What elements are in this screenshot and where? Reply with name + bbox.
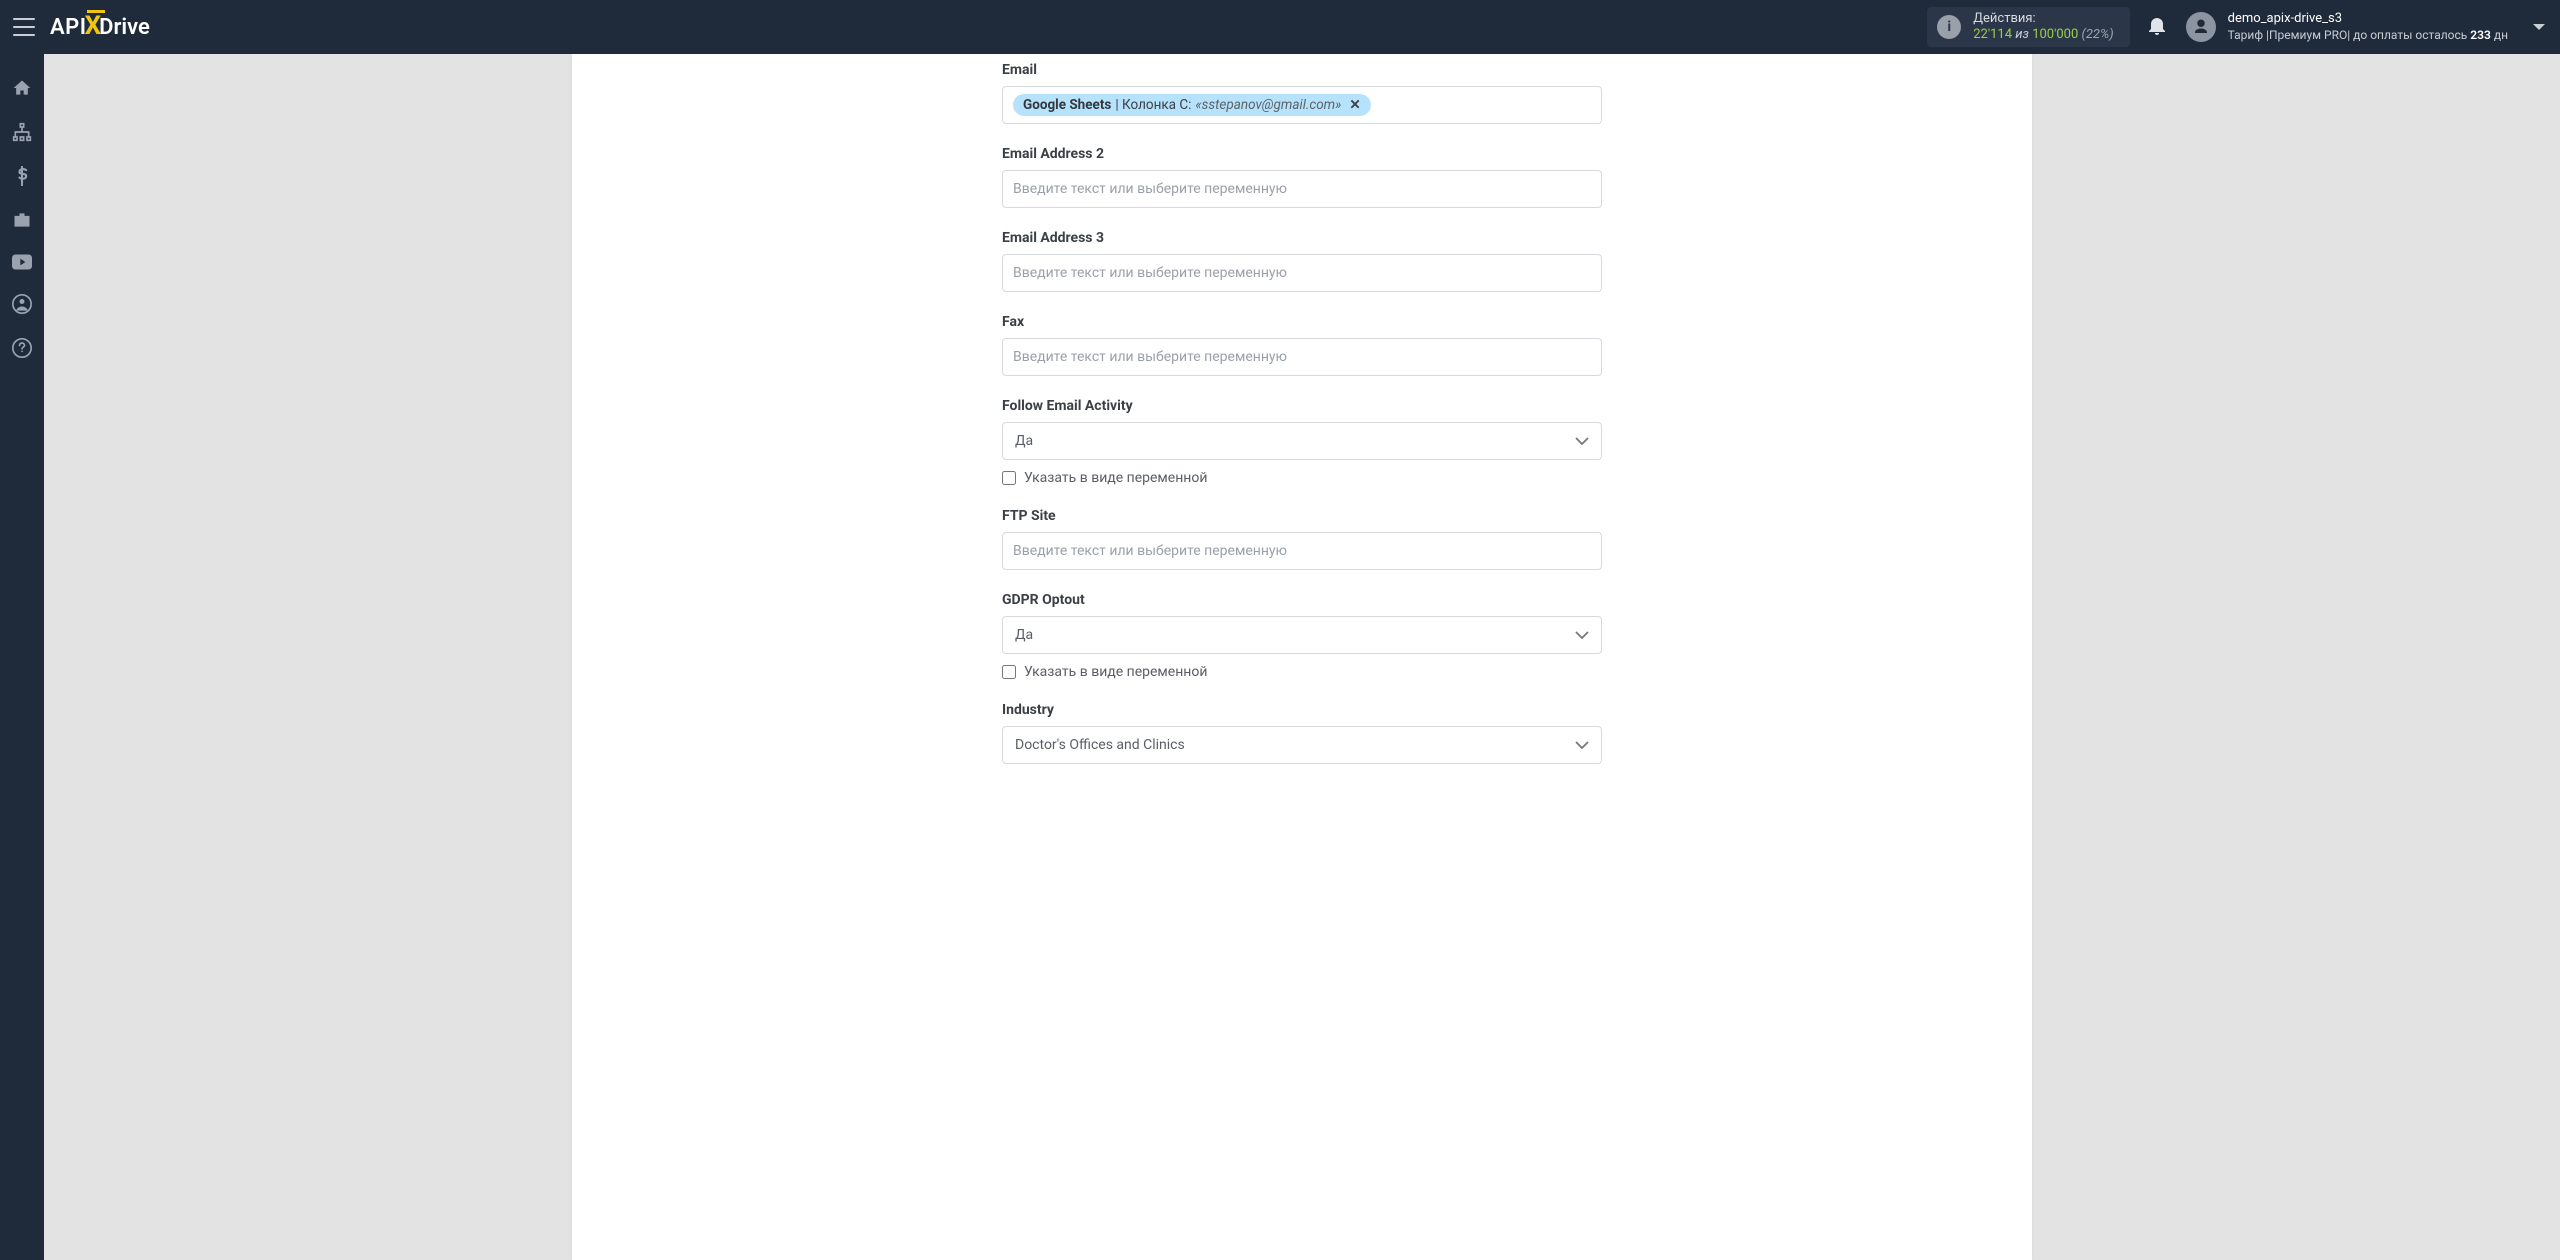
input-email[interactable]: Google Sheets | Колонка C: «sstepanov@gm… (1002, 86, 1602, 124)
checkbox-follow-input[interactable] (1002, 471, 1016, 485)
sidebar-connections[interactable] (12, 122, 32, 142)
chevron-down-icon (1575, 631, 1589, 639)
logo-x-icon: X (85, 11, 102, 41)
home-icon (12, 78, 32, 98)
select-follow[interactable]: Да (1002, 422, 1602, 460)
chevron-down-icon (2532, 23, 2546, 31)
dollar-icon (12, 166, 32, 186)
field-ftp: FTP Site Введите текст или выберите пере… (1002, 508, 1602, 570)
topbar: API X Drive i Действия: 22'114 из 100'00… (0, 0, 2560, 54)
user-text: demo_apix-drive_s3 Тариф |Премиум PRO| д… (2228, 11, 2508, 42)
notifications-button[interactable] (2148, 15, 2166, 39)
select-industry[interactable]: Doctor's Offices and Clinics (1002, 726, 1602, 764)
logo-api: API (50, 15, 87, 40)
chevron-down-icon (1575, 741, 1589, 749)
label-gdpr: GDPR Optout (1002, 592, 1602, 608)
sidebar-work[interactable] (12, 210, 32, 230)
user-icon (2192, 18, 2210, 36)
checkbox-follow-asvar[interactable]: Указать в виде переменной (1002, 470, 1602, 486)
field-email3: Email Address 3 Введите текст или выбери… (1002, 230, 1602, 292)
sidebar (0, 54, 44, 1260)
select-gdpr[interactable]: Да (1002, 616, 1602, 654)
sidebar-help[interactable] (12, 338, 32, 358)
field-email: Email Google Sheets | Колонка C: «sstepa… (1002, 62, 1602, 124)
input-ftp[interactable]: Введите текст или выберите переменную (1002, 532, 1602, 570)
youtube-icon (12, 254, 32, 270)
input-email2[interactable]: Введите текст или выберите переменную (1002, 170, 1602, 208)
help-icon (12, 338, 32, 358)
field-email2: Email Address 2 Введите текст или выбери… (1002, 146, 1602, 208)
sitemap-icon (12, 122, 32, 142)
label-fax: Fax (1002, 314, 1602, 330)
briefcase-icon (12, 210, 32, 230)
select-industry-value: Doctor's Offices and Clinics (1015, 737, 1185, 753)
actions-of: из (2015, 27, 2029, 42)
sidebar-account[interactable] (12, 294, 32, 314)
logo[interactable]: API X Drive (50, 12, 150, 42)
field-fax: Fax Введите текст или выберите переменну… (1002, 314, 1602, 376)
info-icon: i (1937, 15, 1961, 39)
label-ftp: FTP Site (1002, 508, 1602, 524)
user-subtitle: Тариф |Премиум PRO| до оплаты осталось 2… (2228, 28, 2508, 43)
user-menu[interactable]: demo_apix-drive_s3 Тариф |Премиум PRO| д… (2186, 11, 2546, 42)
input-email3[interactable]: Введите текст или выберите переменную (1002, 254, 1602, 292)
form-panel: Email Google Sheets | Колонка C: «sstepa… (572, 54, 2032, 1260)
label-follow: Follow Email Activity (1002, 398, 1602, 414)
field-gdpr: GDPR Optout Да Указать в виде переменной (1002, 592, 1602, 680)
field-follow: Follow Email Activity Да Указать в виде … (1002, 398, 1602, 486)
layout: Email Google Sheets | Колонка C: «sstepa… (0, 54, 2560, 1260)
sidebar-video[interactable] (12, 254, 32, 270)
menu-icon (13, 18, 35, 36)
actions-text: Действия: 22'114 из 100'000 (22%) (1973, 11, 2113, 44)
field-industry: Industry Doctor's Offices and Clinics (1002, 702, 1602, 764)
content-scroll[interactable]: Email Google Sheets | Колонка C: «sstepa… (44, 54, 2560, 1260)
label-industry: Industry (1002, 702, 1602, 718)
checkbox-gdpr-input[interactable] (1002, 665, 1016, 679)
actions-used: 22'114 (1973, 27, 2012, 42)
actions-pct: (22%) (2082, 27, 2114, 42)
bell-icon (2148, 15, 2166, 35)
chip-remove-icon[interactable]: ✕ (1349, 97, 1360, 113)
sidebar-home[interactable] (12, 78, 32, 98)
logo-drive: Drive (99, 15, 150, 40)
chip-email[interactable]: Google Sheets | Колонка C: «sstepanov@gm… (1013, 94, 1371, 116)
actions-label: Действия: (1973, 11, 2113, 27)
avatar (2186, 12, 2216, 42)
label-email3: Email Address 3 (1002, 230, 1602, 246)
select-gdpr-value: Да (1015, 627, 1033, 643)
user-name: demo_apix-drive_s3 (2228, 11, 2508, 27)
input-fax[interactable]: Введите текст или выберите переменную (1002, 338, 1602, 376)
actions-counter[interactable]: i Действия: 22'114 из 100'000 (22%) (1927, 7, 2129, 48)
select-follow-value: Да (1015, 433, 1033, 449)
actions-total: 100'000 (2032, 27, 2078, 42)
label-email2: Email Address 2 (1002, 146, 1602, 162)
user-circle-icon (12, 294, 32, 314)
label-email: Email (1002, 62, 1602, 78)
chevron-down-icon (1575, 437, 1589, 445)
sidebar-billing[interactable] (12, 166, 32, 186)
menu-button[interactable] (10, 13, 38, 41)
checkbox-gdpr-asvar[interactable]: Указать в виде переменной (1002, 664, 1602, 680)
